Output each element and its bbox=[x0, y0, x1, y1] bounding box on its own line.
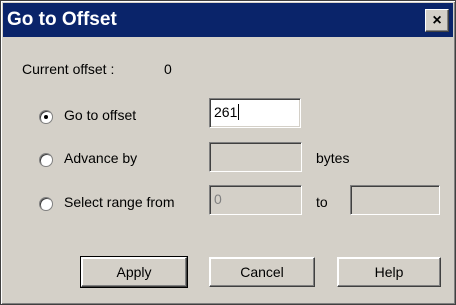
cancel-button[interactable]: Cancel bbox=[209, 257, 315, 287]
go-to-offset-radio[interactable] bbox=[39, 110, 53, 124]
advance-by-radio[interactable] bbox=[39, 153, 53, 167]
apply-button[interactable]: Apply bbox=[80, 256, 188, 288]
go-to-offset-value: 261 bbox=[214, 104, 238, 120]
text-caret bbox=[238, 104, 240, 120]
go-to-offset-input[interactable]: 261 bbox=[209, 98, 301, 128]
dialog-title: Go to Offset bbox=[7, 9, 117, 30]
select-range-label[interactable]: Select range from bbox=[64, 194, 175, 210]
bytes-label: bytes bbox=[316, 150, 350, 166]
title-bar[interactable]: Go to Offset × bbox=[3, 3, 453, 37]
range-from-input[interactable]: 0 bbox=[209, 185, 302, 215]
advance-by-input[interactable] bbox=[209, 142, 302, 172]
current-offset-label: Current offset : bbox=[22, 61, 115, 77]
help-button[interactable]: Help bbox=[337, 257, 441, 287]
select-range-radio[interactable] bbox=[39, 197, 53, 211]
current-offset-value: 0 bbox=[164, 61, 172, 77]
go-to-offset-dialog: Go to Offset × Current offset : 0 Go to … bbox=[0, 0, 456, 305]
range-to-label: to bbox=[316, 194, 328, 210]
advance-by-label[interactable]: Advance by bbox=[64, 150, 137, 166]
range-to-input[interactable] bbox=[350, 185, 440, 215]
range-from-value: 0 bbox=[214, 191, 222, 207]
go-to-offset-label[interactable]: Go to offset bbox=[64, 107, 136, 123]
close-icon: × bbox=[432, 11, 442, 29]
close-button[interactable]: × bbox=[425, 9, 449, 32]
